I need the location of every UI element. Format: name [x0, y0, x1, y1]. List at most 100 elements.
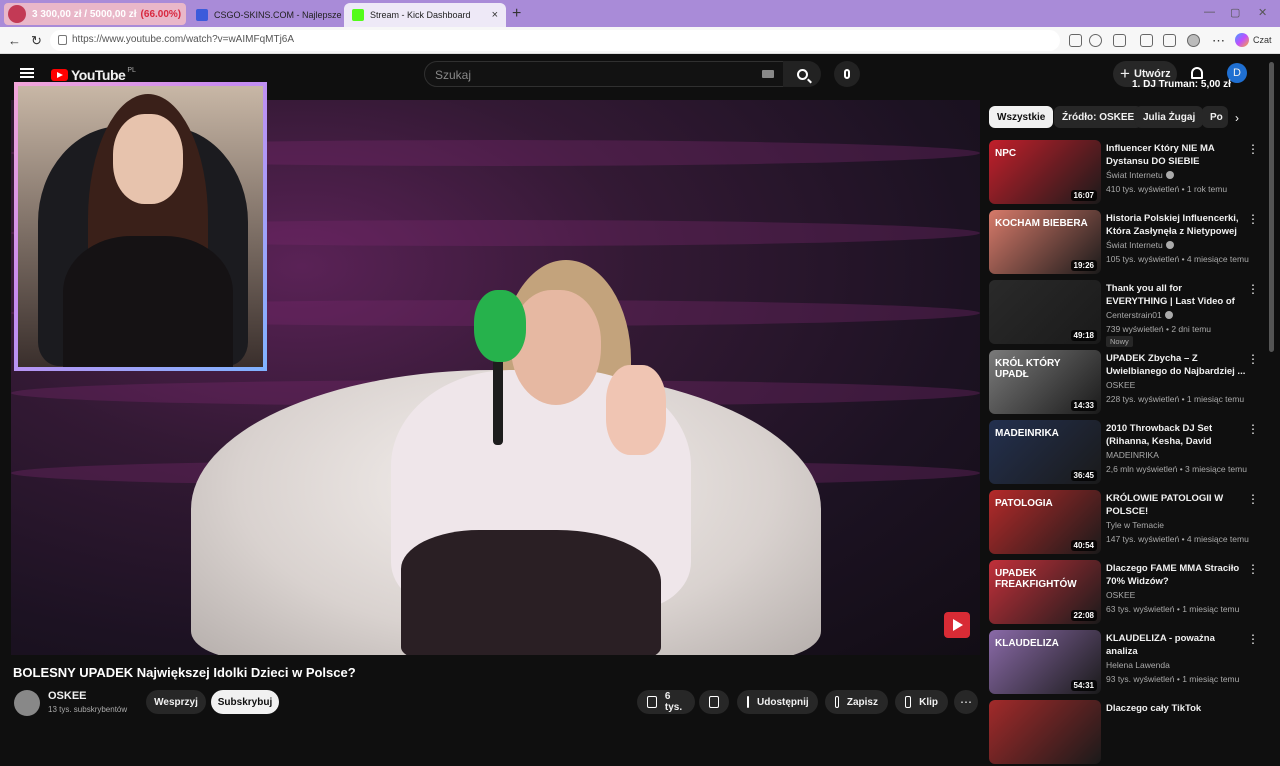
support-button[interactable]: Wesprzyj — [146, 690, 206, 714]
more-vert-icon[interactable]: ⋮ — [1247, 282, 1259, 296]
thumbnail-text: MADEINRIKA — [995, 428, 1059, 439]
recommendation-item[interactable]: UPADEK FREAKFIGHTÓW 22:08 Dlaczego FAME MM… — [989, 560, 1259, 626]
recommendation-channel[interactable]: Świat Internetu — [1106, 240, 1174, 250]
maximize-icon[interactable]: ▢ — [1230, 6, 1240, 19]
minimize-icon[interactable]: — — [1204, 6, 1215, 18]
profile-avatar-icon[interactable] — [1187, 34, 1200, 47]
subscribe-button[interactable]: Subskrybuj — [211, 690, 279, 714]
more-vert-icon[interactable]: ⋮ — [1247, 142, 1259, 156]
chip-source-oskee[interactable]: Źródło: OSKEE — [1054, 106, 1143, 128]
recommendation-title[interactable]: UPADEK Zbycha – Z Uwielbianego do Najbar… — [1106, 352, 1246, 378]
recommendation-channel[interactable]: Centerstrain01 — [1106, 310, 1173, 320]
subscribe-watermark-icon[interactable] — [944, 612, 970, 638]
more-vert-icon[interactable]: ⋮ — [1247, 492, 1259, 506]
recommendation-channel[interactable]: Świat Internetu — [1106, 170, 1174, 180]
like-button[interactable]: 6 tys. — [637, 690, 695, 714]
recommendation-item[interactable]: NPC 16:07 Influencer Który NIE MA Dystansu… — [989, 140, 1259, 206]
recommendation-title[interactable]: KRÓLOWIE PATOLOGII W POLSCE! — [1106, 492, 1246, 518]
more-vert-icon[interactable]: ⋮ — [1247, 352, 1259, 366]
search-input[interactable]: Szukaj — [424, 61, 784, 87]
recommendation-channel[interactable]: Helena Lawenda — [1106, 660, 1170, 670]
video-thumbnail[interactable] — [989, 700, 1101, 764]
recommendation-item[interactable]: 49:18 Thank you all for EVERYTHING | Last… — [989, 280, 1259, 347]
recommendation-item[interactable]: KRÓL KTÓRY UPADŁ 14:33 UPADEK Zbycha – Z U… — [989, 350, 1259, 416]
close-tab-icon[interactable]: × — [492, 9, 498, 21]
recommendation-title[interactable]: Historia Polskiej Influencerki, Która Za… — [1106, 212, 1246, 238]
tab-csgo-skins[interactable]: CSGO-SKINS.COM - Najlepsze Skin — [188, 3, 344, 27]
new-badge: Nowy — [1106, 336, 1133, 347]
recommendation-title[interactable]: Dlaczego FAME MMA Straciło 70% Widzów? — [1106, 562, 1246, 588]
recommendation-item[interactable]: PATOLOGIA 40:54 KRÓLOWIE PATOLOGII W POLSC… — [989, 490, 1259, 556]
recommendation-item[interactable]: KOCHAM BIEBERA 19:26 Historia Polskiej Inf… — [989, 210, 1259, 276]
more-vert-icon[interactable]: ⋮ — [1247, 212, 1259, 226]
url-field[interactable]: https://www.youtube.com/watch?v=wAIMFqMT… — [50, 30, 1060, 51]
notifications-bell-icon[interactable] — [1191, 67, 1203, 79]
recommendation-item[interactable]: Dlaczego cały TikTok — [989, 700, 1259, 766]
recommendation-meta: 739 wyświetleń • 2 dni temu — [1106, 324, 1212, 334]
copilot-icon[interactable] — [1235, 33, 1249, 47]
favorites-icon[interactable] — [1163, 34, 1176, 47]
video-thumbnail[interactable]: PATOLOGIA 40:54 — [989, 490, 1101, 554]
save-button[interactable]: Zapisz — [825, 690, 888, 714]
keyboard-icon[interactable] — [762, 70, 774, 78]
clip-button[interactable]: Klip — [895, 690, 948, 714]
chevron-right-icon[interactable]: › — [1235, 111, 1239, 125]
scrollbar[interactable] — [1269, 62, 1274, 352]
chip-more[interactable]: Po — [1202, 106, 1228, 128]
recommendation-title[interactable]: Dlaczego cały TikTok — [1106, 702, 1246, 715]
dj-overlay-text: 1. DJ Truman: 5,00 zł — [1132, 79, 1231, 90]
recommendation-channel[interactable]: OSKEE — [1106, 590, 1135, 600]
dislike-button[interactable] — [699, 690, 729, 714]
clip-label: Klip — [919, 696, 938, 708]
chat-label[interactable]: Czat — [1253, 35, 1272, 45]
new-tab-icon[interactable]: + — [512, 5, 521, 23]
more-vert-icon[interactable]: ⋮ — [1247, 562, 1259, 576]
youtube-logo[interactable]: YouTube PL — [51, 67, 136, 83]
more-vert-icon[interactable]: ⋮ — [1247, 632, 1259, 646]
video-thumbnail[interactable]: MADEINRIKA 36:45 — [989, 420, 1101, 484]
window-close-icon[interactable]: ✕ — [1258, 6, 1267, 19]
favorite-star-icon[interactable] — [1089, 34, 1102, 47]
recommendation-title[interactable]: Influencer Który NIE MA Dystansu DO SIEB… — [1106, 142, 1246, 168]
back-icon[interactable]: ← — [8, 33, 21, 48]
recommendation-title[interactable]: 2010 Throwback DJ Set (Rihanna, Kesha, D… — [1106, 422, 1246, 448]
recommendation-channel[interactable]: OSKEE — [1106, 380, 1135, 390]
channel-name[interactable]: OSKEE — [48, 690, 87, 702]
site-info-icon[interactable] — [58, 35, 67, 45]
refresh-icon[interactable]: ↻ — [31, 33, 42, 49]
video-thumbnail[interactable]: 49:18 — [989, 280, 1101, 344]
recommendation-item[interactable]: KLAUDELIZA 54:31 KLAUDELIZA - poważna anal… — [989, 630, 1259, 696]
search-button[interactable] — [783, 61, 821, 87]
thumbnail-text: NPC — [995, 148, 1017, 159]
more-actions-icon[interactable]: ⋯ — [954, 690, 978, 714]
menu-icon[interactable] — [20, 68, 34, 78]
video-thumbnail[interactable]: KRÓL KTÓRY UPADŁ 14:33 — [989, 350, 1101, 414]
recommendation-title[interactable]: KLAUDELIZA - poważna analiza — [1106, 632, 1246, 658]
video-thumbnail[interactable]: KOCHAM BIEBERA 19:26 — [989, 210, 1101, 274]
chip-julia-zugaj[interactable]: Julia Żugaj — [1135, 106, 1204, 128]
extensions-icon[interactable] — [1113, 34, 1126, 47]
video-thumbnail[interactable]: NPC 16:07 — [989, 140, 1101, 204]
thumbnail-text: KRÓL KTÓRY UPADŁ — [995, 358, 1061, 380]
microphone-icon — [844, 69, 850, 79]
recommendation-meta: 63 tys. wyświetleń • 1 miesiąc temu — [1106, 604, 1240, 614]
kick-favicon-icon — [352, 9, 364, 21]
more-vert-icon[interactable]: ⋮ — [1247, 422, 1259, 436]
recommendation-item[interactable]: MADEINRIKA 36:45 2010 Throwback DJ Set (Ri… — [989, 420, 1259, 486]
split-screen-icon[interactable] — [1069, 34, 1082, 47]
video-duration: 36:45 — [1070, 470, 1097, 481]
browser-essentials-icon[interactable] — [1140, 34, 1153, 47]
video-thumbnail[interactable]: KLAUDELIZA 54:31 — [989, 630, 1101, 694]
recommendation-channel[interactable]: MADEINRIKA — [1106, 450, 1159, 460]
video-thumbnail[interactable]: UPADEK FREAKFIGHTÓW 22:08 — [989, 560, 1101, 624]
channel-name: Helena Lawenda — [1106, 660, 1170, 670]
more-options-icon[interactable]: ⋯ — [1212, 33, 1225, 49]
channel-name: OSKEE — [1106, 590, 1136, 600]
channel-avatar[interactable] — [14, 690, 40, 716]
tab-kick-dashboard[interactable]: Stream - Kick Dashboard × — [344, 3, 506, 27]
recommendation-title[interactable]: Thank you all for EVERYTHING | Last Vide… — [1106, 282, 1246, 308]
chip-all[interactable]: Wszystkie — [989, 106, 1054, 128]
share-button[interactable]: Udostępnij — [737, 690, 818, 714]
recommendation-channel[interactable]: Tyle w Temacie — [1106, 520, 1164, 530]
voice-search-button[interactable] — [834, 61, 860, 87]
